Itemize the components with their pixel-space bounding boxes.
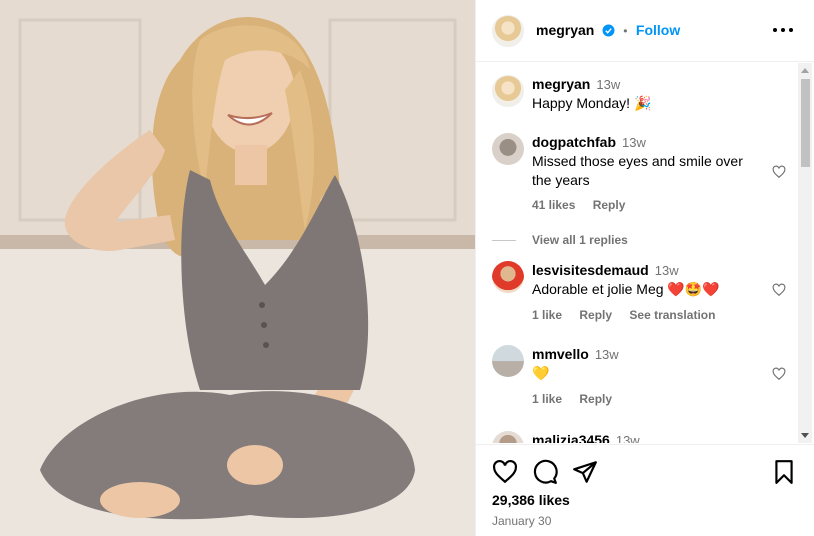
comment-avatar[interactable] bbox=[492, 345, 524, 377]
comment-avatar[interactable] bbox=[492, 431, 524, 443]
comment-text: 💛 bbox=[532, 365, 550, 381]
comment-body: malizia3456 13w bbox=[532, 431, 752, 443]
comment-time: 13w bbox=[622, 135, 646, 150]
caption-time: 13w bbox=[596, 77, 621, 92]
comment-avatar[interactable] bbox=[492, 133, 524, 165]
comments-list[interactable]: megryan 13w Happy Monday! 🎉 dogpatchfab 13… bbox=[476, 63, 814, 443]
scroll-down-arrow[interactable] bbox=[801, 433, 809, 438]
author-line: megryan • Follow bbox=[536, 22, 680, 40]
comment-avatar[interactable] bbox=[492, 261, 524, 293]
comment-meta: 1 like Reply See translation bbox=[532, 308, 729, 322]
comment-meta: 41 likes Reply bbox=[532, 198, 639, 212]
view-replies-button[interactable]: View all 1 replies bbox=[492, 233, 628, 247]
scrollbar-thumb[interactable] bbox=[801, 79, 810, 167]
comment-item: lesvisitesdemaud 13w Adorable et jolie Me… bbox=[492, 261, 792, 331]
caption-text: Happy Monday! 🎉 bbox=[532, 95, 652, 111]
follow-button[interactable]: Follow bbox=[636, 22, 680, 38]
save-icon[interactable] bbox=[771, 459, 797, 485]
reply-button[interactable]: Reply bbox=[593, 198, 626, 212]
post-details-panel: megryan • Follow megryan 13w Happy Monday… bbox=[475, 0, 814, 536]
see-translation-button[interactable]: See translation bbox=[629, 308, 715, 322]
reply-button[interactable]: Reply bbox=[579, 392, 612, 406]
comment-time: 13w bbox=[594, 347, 619, 362]
comment-meta: 1 like Reply bbox=[532, 392, 626, 406]
comment-time: 13w bbox=[654, 263, 679, 278]
scroll-up-arrow[interactable] bbox=[801, 68, 809, 73]
view-replies-label: View all 1 replies bbox=[532, 233, 628, 247]
author-username[interactable]: megryan bbox=[536, 22, 594, 38]
separator-dot: • bbox=[623, 24, 628, 38]
post-actions: 29,386 likes January 30 bbox=[476, 444, 814, 536]
comment-text: Adorable et jolie Meg ❤️🤩❤️ bbox=[532, 281, 720, 297]
comments-scrollbar[interactable] bbox=[798, 63, 812, 443]
heart-icon[interactable] bbox=[772, 283, 786, 297]
post-header: megryan • Follow bbox=[476, 0, 814, 62]
heart-icon[interactable] bbox=[772, 165, 786, 179]
comment-icon[interactable] bbox=[532, 459, 558, 485]
likes-count[interactable]: 29,386 likes bbox=[492, 492, 570, 508]
share-icon[interactable] bbox=[572, 459, 598, 485]
comment-body: dogpatchfab 13w Missed those eyes and smi… bbox=[532, 133, 752, 190]
caption-body: megryan 13w Happy Monday! 🎉 bbox=[532, 75, 752, 113]
comment-time: 13w bbox=[615, 433, 640, 443]
comment-likes[interactable]: 1 like bbox=[532, 392, 562, 406]
comment-username[interactable]: malizia3456 bbox=[532, 432, 610, 443]
comment-likes[interactable]: 41 likes bbox=[532, 198, 575, 212]
caption-avatar[interactable] bbox=[492, 75, 524, 107]
comment-body: lesvisitesdemaud 13w Adorable et jolie Me… bbox=[532, 261, 752, 299]
author-avatar[interactable] bbox=[492, 15, 524, 47]
verified-badge-icon bbox=[602, 24, 615, 37]
comment-item: mmvello 13w 💛 1 like Reply bbox=[492, 345, 792, 415]
comment-username[interactable]: lesvisitesdemaud bbox=[532, 262, 649, 278]
comment-body: mmvello 13w 💛 bbox=[532, 345, 752, 383]
caption: megryan 13w Happy Monday! 🎉 bbox=[492, 75, 792, 115]
post-date: January 30 bbox=[492, 514, 552, 528]
more-options-icon[interactable] bbox=[773, 22, 797, 38]
photo-illustration bbox=[0, 0, 475, 536]
heart-icon[interactable] bbox=[492, 459, 518, 485]
caption-username[interactable]: megryan bbox=[532, 76, 590, 92]
comment-text: Missed those eyes and smile over the yea… bbox=[532, 153, 743, 188]
post-photo bbox=[0, 0, 475, 536]
comment-item: malizia3456 13w bbox=[492, 431, 792, 443]
reply-button[interactable]: Reply bbox=[579, 308, 612, 322]
comment-username[interactable]: dogpatchfab bbox=[532, 134, 616, 150]
heart-icon[interactable] bbox=[772, 367, 786, 381]
comment-username[interactable]: mmvello bbox=[532, 346, 589, 362]
comment-likes[interactable]: 1 like bbox=[532, 308, 562, 322]
